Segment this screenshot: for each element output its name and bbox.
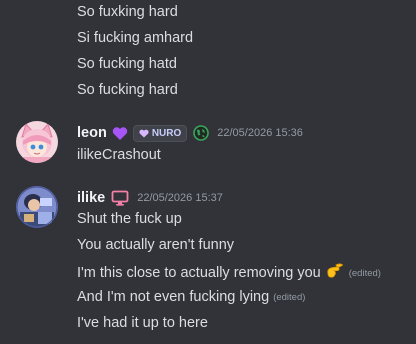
message-line: I've had it up to here xyxy=(77,315,208,331)
globe-icon xyxy=(193,125,210,141)
message-timestamp[interactable]: 22/05/2026 15:36 xyxy=(217,127,303,139)
avatar[interactable] xyxy=(16,121,58,163)
heart-tag-icon xyxy=(139,129,149,137)
server-tag-label: NURO xyxy=(151,127,182,139)
pinching-hand-emoji-icon xyxy=(325,261,345,287)
purple-heart-icon xyxy=(112,126,128,141)
username[interactable]: leon xyxy=(77,125,107,141)
message-line: Si fucking amhard xyxy=(77,30,194,46)
edited-label: (edited) xyxy=(348,268,381,279)
message-timestamp[interactable]: 22/05/2026 15:37 xyxy=(137,192,223,204)
edited-label: (edited) xyxy=(273,292,306,303)
message-line: So fuxking hard xyxy=(77,4,178,20)
message-text: And I'm not even fucking lying xyxy=(77,289,270,305)
message-header: ilike 22/05/2026 15:37 xyxy=(77,188,223,208)
message-line: I'm this close to actually removing you … xyxy=(77,261,381,287)
monitor-icon xyxy=(111,190,129,206)
message-line: Shut the fuck up xyxy=(77,211,182,227)
message-text: I'm this close to actually removing you xyxy=(77,265,321,281)
message-line: You actually aren't funny xyxy=(77,237,235,253)
message-line: So fucking hatd xyxy=(77,56,177,72)
avatar[interactable] xyxy=(16,186,58,228)
character-avatar-icon xyxy=(16,186,58,228)
message-line: So fucking hard xyxy=(77,82,178,98)
server-tag[interactable]: NURO xyxy=(132,124,188,142)
message-header: leon NURO 22/05/2026 15:36 xyxy=(77,123,303,143)
message-line: ilikeCrashout xyxy=(77,147,161,163)
username[interactable]: ilike xyxy=(77,190,105,206)
message-line: And I'm not even fucking lying (edited) xyxy=(77,287,305,308)
anime-girl-avatar-icon xyxy=(16,121,58,163)
